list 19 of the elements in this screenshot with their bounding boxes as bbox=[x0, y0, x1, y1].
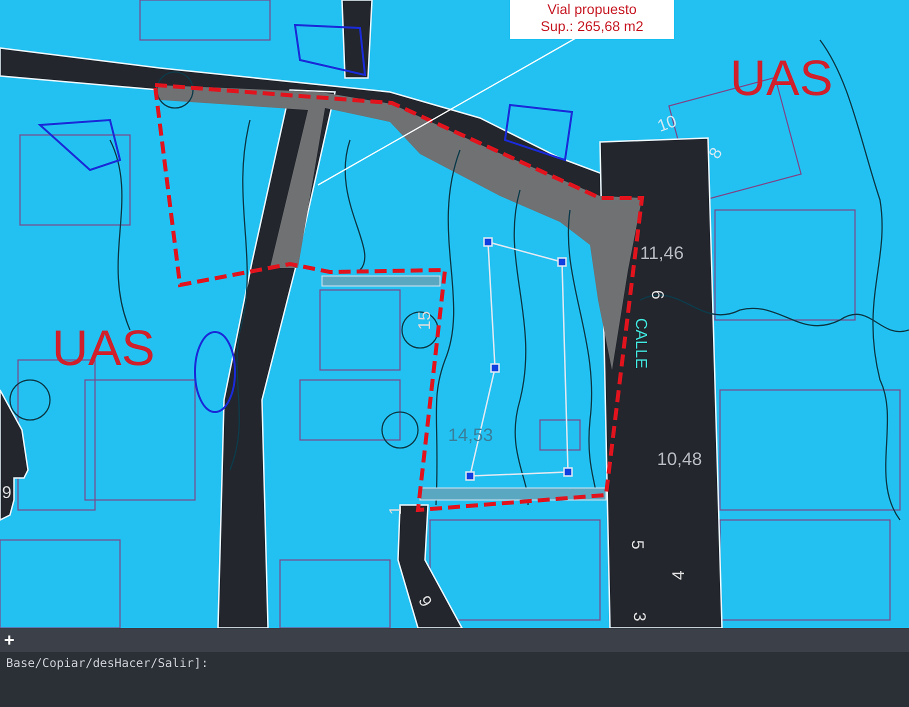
contour-number: 5 bbox=[628, 540, 647, 550]
tooltip-area: Sup.: 265,68 m2 bbox=[510, 18, 674, 35]
contour-number: 6 bbox=[648, 290, 667, 300]
contour-number: 10 bbox=[654, 111, 680, 136]
contour-number: 4 bbox=[669, 570, 688, 580]
contour-number: 3 bbox=[630, 612, 649, 622]
elevation-label: 11,46 bbox=[640, 243, 684, 263]
contour-number: 1 bbox=[386, 506, 405, 515]
street-label: CALLE bbox=[632, 318, 649, 369]
contour-number: 8 bbox=[705, 144, 726, 162]
add-tab-button[interactable]: + bbox=[2, 630, 17, 650]
elevation-label: 10,48 bbox=[657, 449, 702, 469]
contour-number: 9 bbox=[2, 483, 12, 502]
contour-number: 9 bbox=[414, 592, 436, 610]
command-prompt: Base/Copiar/desHacer/Salir]: bbox=[6, 656, 208, 670]
zone-label: UAS bbox=[730, 50, 833, 106]
tooltip-title: Vial propuesto bbox=[546, 1, 638, 18]
zone-label: UAS bbox=[52, 320, 155, 376]
contour-number: 15 bbox=[415, 311, 434, 330]
